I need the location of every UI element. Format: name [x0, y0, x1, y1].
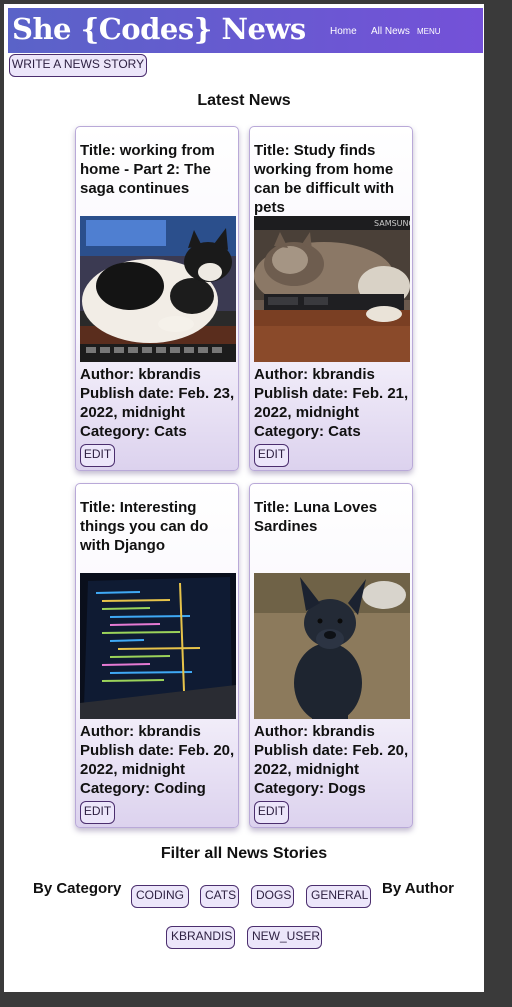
cat-on-laptop-photo-icon: SAMSUNG — [254, 216, 410, 362]
page: She {Codes} News Home All News MENU WRIT… — [4, 4, 484, 992]
news-card[interactable]: Title: Study finds working from home can… — [249, 126, 413, 471]
filter-chip-dogs[interactable]: DOGS — [251, 885, 294, 908]
navbar: She {Codes} News Home All News MENU — [8, 8, 483, 53]
nav-all-news-link[interactable]: All News — [371, 26, 410, 37]
card-meta: Author: kbrandis Publish date: Feb. 23, … — [80, 365, 238, 441]
cat-photo-icon — [80, 216, 236, 362]
dog-photo-icon — [254, 573, 410, 719]
brand-logo[interactable]: She {Codes} News — [12, 12, 306, 46]
card-category: Category: Cats — [80, 423, 187, 440]
nav-menu-button[interactable]: MENU — [417, 27, 441, 36]
card-category: Category: Dogs — [254, 780, 366, 797]
card-author: Author: kbrandis — [80, 723, 201, 740]
card-category: Category: Cats — [254, 423, 361, 440]
card-image[interactable] — [80, 216, 236, 362]
card-publish-date: Publish date: Feb. 20, 2022, midnight — [254, 742, 409, 778]
card-title: Title: Study finds working from home can… — [254, 142, 395, 216]
card-meta: Author: kbrandis Publish date: Feb. 21, … — [254, 365, 412, 441]
card-title: Title: Interesting things you can do wit… — [80, 499, 209, 554]
filter-chip-kbrandis[interactable]: KBRANDIS — [166, 926, 235, 949]
filter-chip-new-user[interactable]: NEW_USER — [247, 926, 322, 949]
card-image[interactable] — [254, 573, 410, 719]
write-story-button[interactable]: WRITE A NEWS STORY — [9, 54, 147, 77]
edit-button[interactable]: EDIT — [80, 801, 115, 824]
filter-chip-cats[interactable]: CATS — [200, 885, 239, 908]
card-title: Title: working from home - Part 2: The s… — [80, 142, 215, 197]
filter-chip-general[interactable]: GENERAL — [306, 885, 371, 908]
card-author: Author: kbrandis — [254, 723, 375, 740]
filter-chip-coding[interactable]: CODING — [131, 885, 189, 908]
latest-news-heading: Latest News — [197, 92, 291, 109]
card-publish-date: Publish date: Feb. 23, 2022, midnight — [80, 385, 235, 421]
card-author: Author: kbrandis — [80, 366, 201, 383]
card-image[interactable] — [80, 573, 236, 719]
news-card[interactable]: Title: working from home - Part 2: The s… — [75, 126, 239, 471]
by-category-label: By Category — [33, 880, 122, 897]
card-publish-date: Publish date: Feb. 20, 2022, midnight — [80, 742, 235, 778]
code-laptop-photo-icon — [80, 573, 236, 719]
card-publish-date: Publish date: Feb. 21, 2022, midnight — [254, 385, 409, 421]
card-image[interactable]: SAMSUNG — [254, 216, 410, 362]
card-category: Category: Coding — [80, 780, 206, 797]
edit-button[interactable]: EDIT — [254, 444, 289, 467]
card-meta: Author: kbrandis Publish date: Feb. 20, … — [80, 722, 238, 798]
card-author: Author: kbrandis — [254, 366, 375, 383]
by-author-label: By Author — [382, 880, 454, 897]
image-caption: SAMSUNG — [374, 219, 410, 228]
filter-heading: Filter all News Stories — [160, 845, 328, 862]
card-meta: Author: kbrandis Publish date: Feb. 20, … — [254, 722, 412, 798]
edit-button[interactable]: EDIT — [80, 444, 115, 467]
nav-home-link[interactable]: Home — [330, 26, 357, 37]
news-card[interactable]: Title: Luna Loves Sardines Author: kbran… — [249, 483, 413, 828]
card-title: Title: Luna Loves Sardines — [254, 499, 378, 535]
edit-button[interactable]: EDIT — [254, 801, 289, 824]
news-card[interactable]: Title: Interesting things you can do wit… — [75, 483, 239, 828]
